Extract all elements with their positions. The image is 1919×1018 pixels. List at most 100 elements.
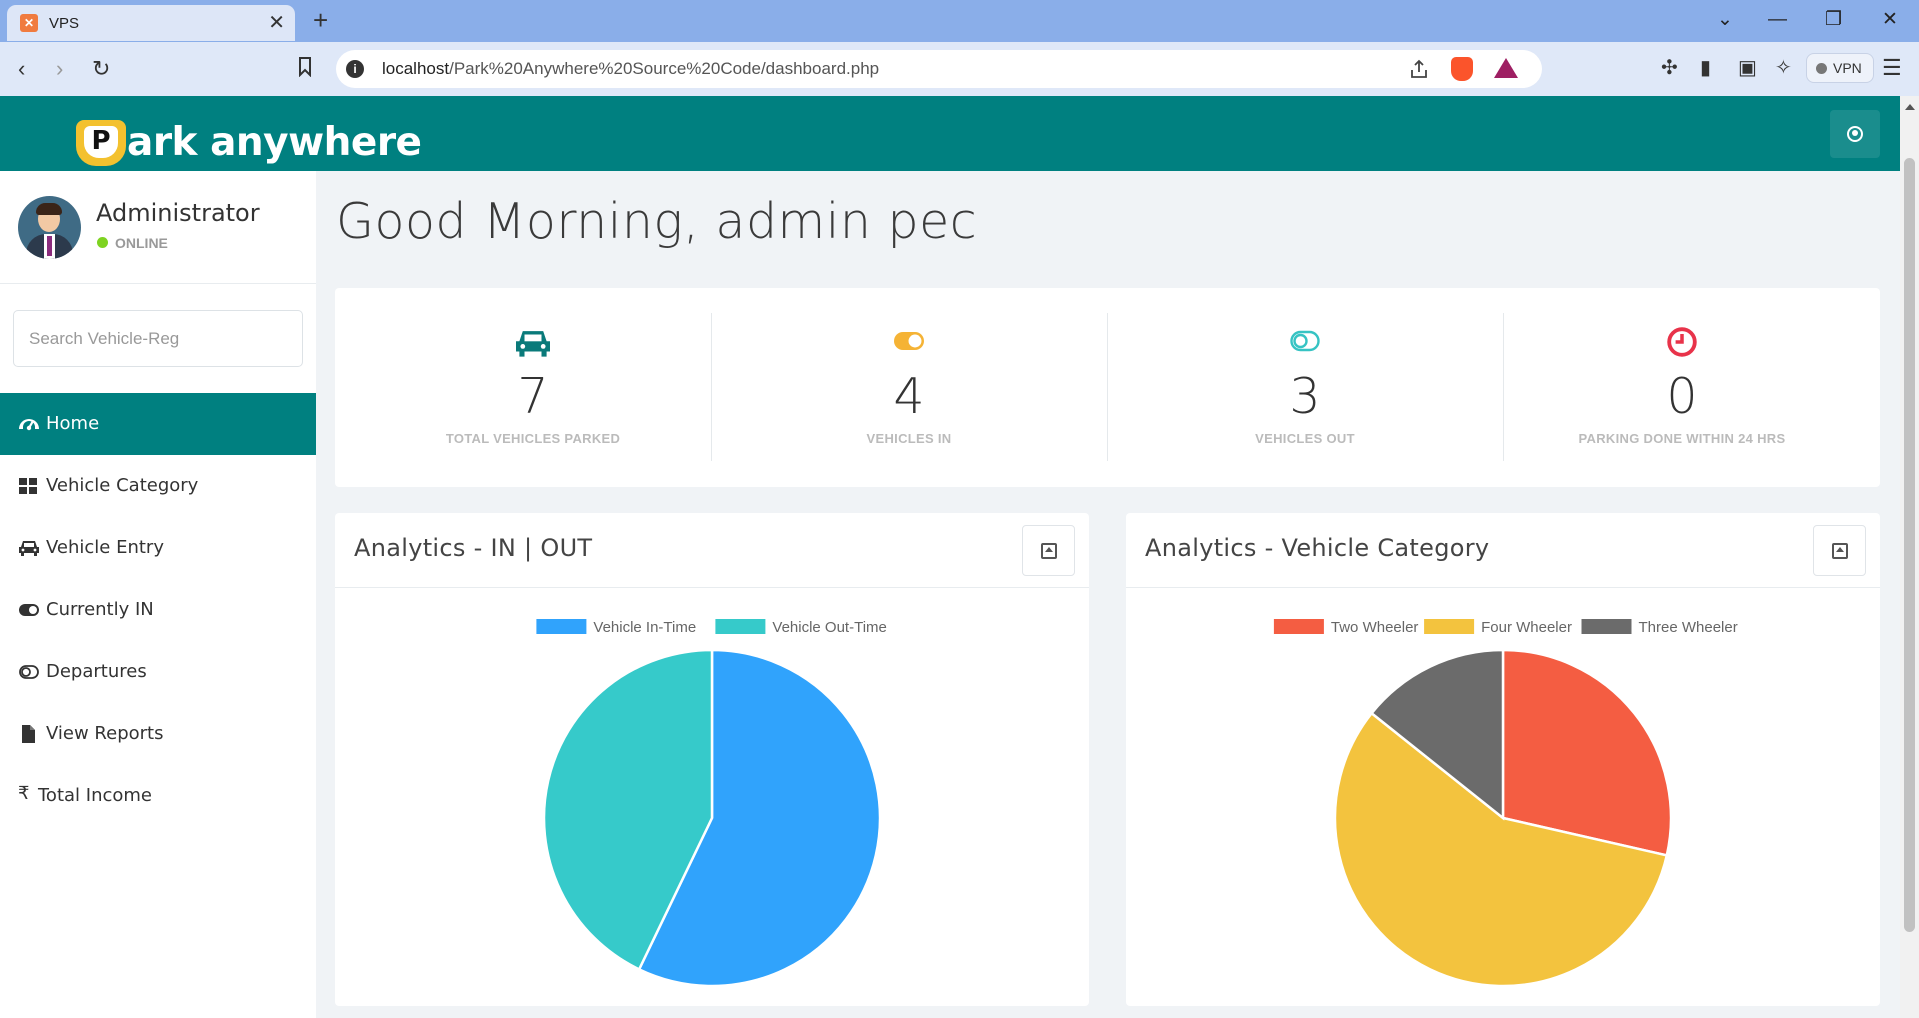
legend-swatch bbox=[1424, 619, 1475, 634]
stat-vehicles-out: 3 VEHICLES OUT bbox=[1107, 313, 1503, 461]
profile-name: Administrator bbox=[96, 199, 260, 227]
tab-search-chevron-icon[interactable]: ⌄ bbox=[1717, 8, 1733, 32]
logo-badge: P bbox=[76, 120, 126, 166]
browser-toolbar: ‹ › ↻ i localhost/Park%20Anywhere%20Sour… bbox=[0, 42, 1919, 96]
page-title: Good Morning, admin pec bbox=[336, 193, 978, 250]
vehicle-category-pie-chart: Two Wheeler Four Wheeler Three Wheeler bbox=[1273, 619, 1738, 988]
window-close-icon[interactable]: ✕ bbox=[1882, 8, 1898, 32]
panel-title: Analytics - Vehicle Category bbox=[1145, 534, 1490, 562]
panel-title: Analytics - IN | OUT bbox=[354, 534, 593, 562]
rupee-icon: ₹ bbox=[18, 783, 30, 804]
stat-label: VEHICLES OUT bbox=[1255, 431, 1355, 446]
reload-icon[interactable]: ↻ bbox=[92, 55, 110, 83]
stat-parking-24hrs: 0 PARKING DONE WITHIN 24 HRS bbox=[1484, 313, 1880, 461]
panel-in-out: Analytics - IN | OUT Vehicle In-Time Vehi… bbox=[335, 513, 1089, 1006]
car-icon bbox=[19, 541, 39, 556]
stat-value: 0 bbox=[1666, 368, 1698, 425]
wallet-icon[interactable]: ▣ bbox=[1738, 55, 1757, 81]
legend-swatch bbox=[536, 619, 587, 634]
sidebar-toggle-icon[interactable]: ▮ bbox=[1700, 55, 1711, 81]
bookmark-icon[interactable] bbox=[298, 57, 312, 77]
new-tab-icon[interactable]: + bbox=[313, 5, 328, 35]
stats-card: 7 TOTAL VEHICLES PARKED 4 VEHICLES IN 3 … bbox=[335, 288, 1880, 487]
online-status: ONLINE bbox=[115, 235, 168, 251]
extensions-icon[interactable]: ✣ bbox=[1661, 55, 1678, 81]
panel-vehicle-category: Analytics - Vehicle Category Two Wheeler… bbox=[1126, 513, 1880, 1006]
sidebar-menu: Home Vehicle Category Vehicle Entry Curr… bbox=[0, 393, 316, 827]
toggle-on-icon bbox=[19, 604, 39, 616]
user-menu-button[interactable] bbox=[1830, 110, 1880, 158]
page-scrollbar[interactable] bbox=[1900, 96, 1919, 1018]
panel-header: Analytics - IN | OUT bbox=[335, 513, 1089, 588]
legend-item-three-wheeler[interactable]: Three Wheeler bbox=[1581, 619, 1738, 636]
sidebar-item-vehicle-category[interactable]: Vehicle Category bbox=[0, 455, 316, 517]
grid-icon bbox=[19, 478, 37, 494]
url-text[interactable]: localhost/Park%20Anywhere%20Source%20Cod… bbox=[382, 59, 879, 79]
panel-header: Analytics - Vehicle Category bbox=[1126, 513, 1880, 588]
stat-vehicles-in: 4 VEHICLES IN bbox=[711, 313, 1107, 461]
legend-item-four-wheeler[interactable]: Four Wheeler bbox=[1424, 619, 1572, 636]
in-out-pie-chart: Vehicle In-Time Vehicle Out-Time bbox=[536, 619, 887, 988]
browser-menu-icon[interactable]: ☰ bbox=[1882, 54, 1902, 82]
stat-value: 7 bbox=[517, 368, 549, 425]
toggle-on-icon bbox=[894, 332, 924, 350]
brave-shields-icon[interactable] bbox=[1451, 57, 1473, 81]
online-status-icon bbox=[97, 237, 108, 248]
car-icon bbox=[516, 331, 550, 357]
stat-value: 3 bbox=[1289, 368, 1321, 425]
xampp-favicon-icon: ✕ bbox=[20, 14, 38, 32]
sidebar: Administrator ONLINE Home Vehicle Catego… bbox=[0, 171, 316, 1018]
profile-panel: Administrator ONLINE bbox=[0, 171, 316, 284]
stat-label: TOTAL VEHICLES PARKED bbox=[445, 431, 621, 446]
avatar bbox=[18, 196, 81, 259]
dashboard-icon bbox=[19, 419, 39, 431]
sidebar-item-home[interactable]: Home bbox=[0, 393, 316, 455]
tab-title: VPS bbox=[49, 15, 80, 32]
browser-tab[interactable]: ✕ VPS ✕ bbox=[7, 5, 295, 41]
share-icon[interactable] bbox=[1408, 58, 1430, 80]
collapse-button[interactable] bbox=[1813, 525, 1866, 576]
legend-label: Vehicle Out-Time bbox=[772, 619, 887, 636]
search-vehicle-input[interactable] bbox=[13, 310, 303, 367]
user-circle-icon bbox=[1847, 126, 1863, 142]
back-icon[interactable]: ‹ bbox=[18, 55, 25, 83]
sidebar-item-departures[interactable]: Departures bbox=[0, 641, 316, 703]
legend-label: Four Wheeler bbox=[1481, 619, 1572, 636]
tab-close-icon[interactable]: ✕ bbox=[268, 11, 285, 35]
browser-tabstrip: ✕ VPS ✕ + ⌄ — ❐ ✕ bbox=[0, 0, 1919, 42]
stat-value: 4 bbox=[893, 368, 925, 425]
legend-item-vehicle-out-time[interactable]: Vehicle Out-Time bbox=[715, 619, 887, 636]
restore-icon[interactable]: ❐ bbox=[1825, 8, 1842, 32]
legend-item-vehicle-in-time[interactable]: Vehicle In-Time bbox=[536, 619, 696, 636]
collapse-button[interactable] bbox=[1022, 525, 1075, 576]
legend-swatch bbox=[715, 619, 766, 634]
sidebar-item-currently-in[interactable]: Currently IN bbox=[0, 579, 316, 641]
sidebar-item-view-reports[interactable]: View Reports bbox=[0, 703, 316, 765]
forward-icon[interactable]: › bbox=[56, 55, 63, 83]
address-bar[interactable]: i localhost/Park%20Anywhere%20Source%20C… bbox=[336, 50, 1542, 88]
legend-label: Three Wheeler bbox=[1639, 619, 1738, 636]
vpn-label: VPN bbox=[1833, 60, 1862, 76]
minimize-icon[interactable]: — bbox=[1768, 8, 1787, 32]
collapse-icon bbox=[1041, 543, 1057, 559]
clock-icon bbox=[1667, 327, 1697, 357]
vpn-button[interactable]: VPN bbox=[1806, 53, 1874, 83]
stat-label: VEHICLES IN bbox=[866, 431, 952, 446]
site-info-icon[interactable]: i bbox=[346, 60, 364, 78]
legend-label: Two Wheeler bbox=[1331, 619, 1419, 636]
stat-label: PARKING DONE WITHIN 24 HRS bbox=[1578, 431, 1786, 446]
sidebar-item-total-income[interactable]: ₹ Total Income bbox=[0, 765, 316, 827]
legend-swatch bbox=[1581, 619, 1632, 634]
legend-label: Vehicle In-Time bbox=[593, 619, 696, 636]
scrollbar-thumb[interactable] bbox=[1904, 158, 1915, 932]
sidebar-item-vehicle-entry[interactable]: Vehicle Entry bbox=[0, 517, 316, 579]
legend-item-two-wheeler[interactable]: Two Wheeler bbox=[1273, 619, 1419, 636]
legend-swatch bbox=[1273, 619, 1324, 634]
brave-rewards-icon[interactable] bbox=[1494, 58, 1518, 78]
app-header: P ark anywhere bbox=[0, 96, 1900, 171]
leo-ai-icon[interactable]: ✧ bbox=[1775, 55, 1792, 81]
toggle-off-icon bbox=[19, 665, 39, 679]
toggle-off-icon bbox=[1290, 330, 1320, 352]
collapse-icon bbox=[1832, 543, 1848, 559]
scroll-up-icon[interactable] bbox=[1905, 104, 1915, 110]
